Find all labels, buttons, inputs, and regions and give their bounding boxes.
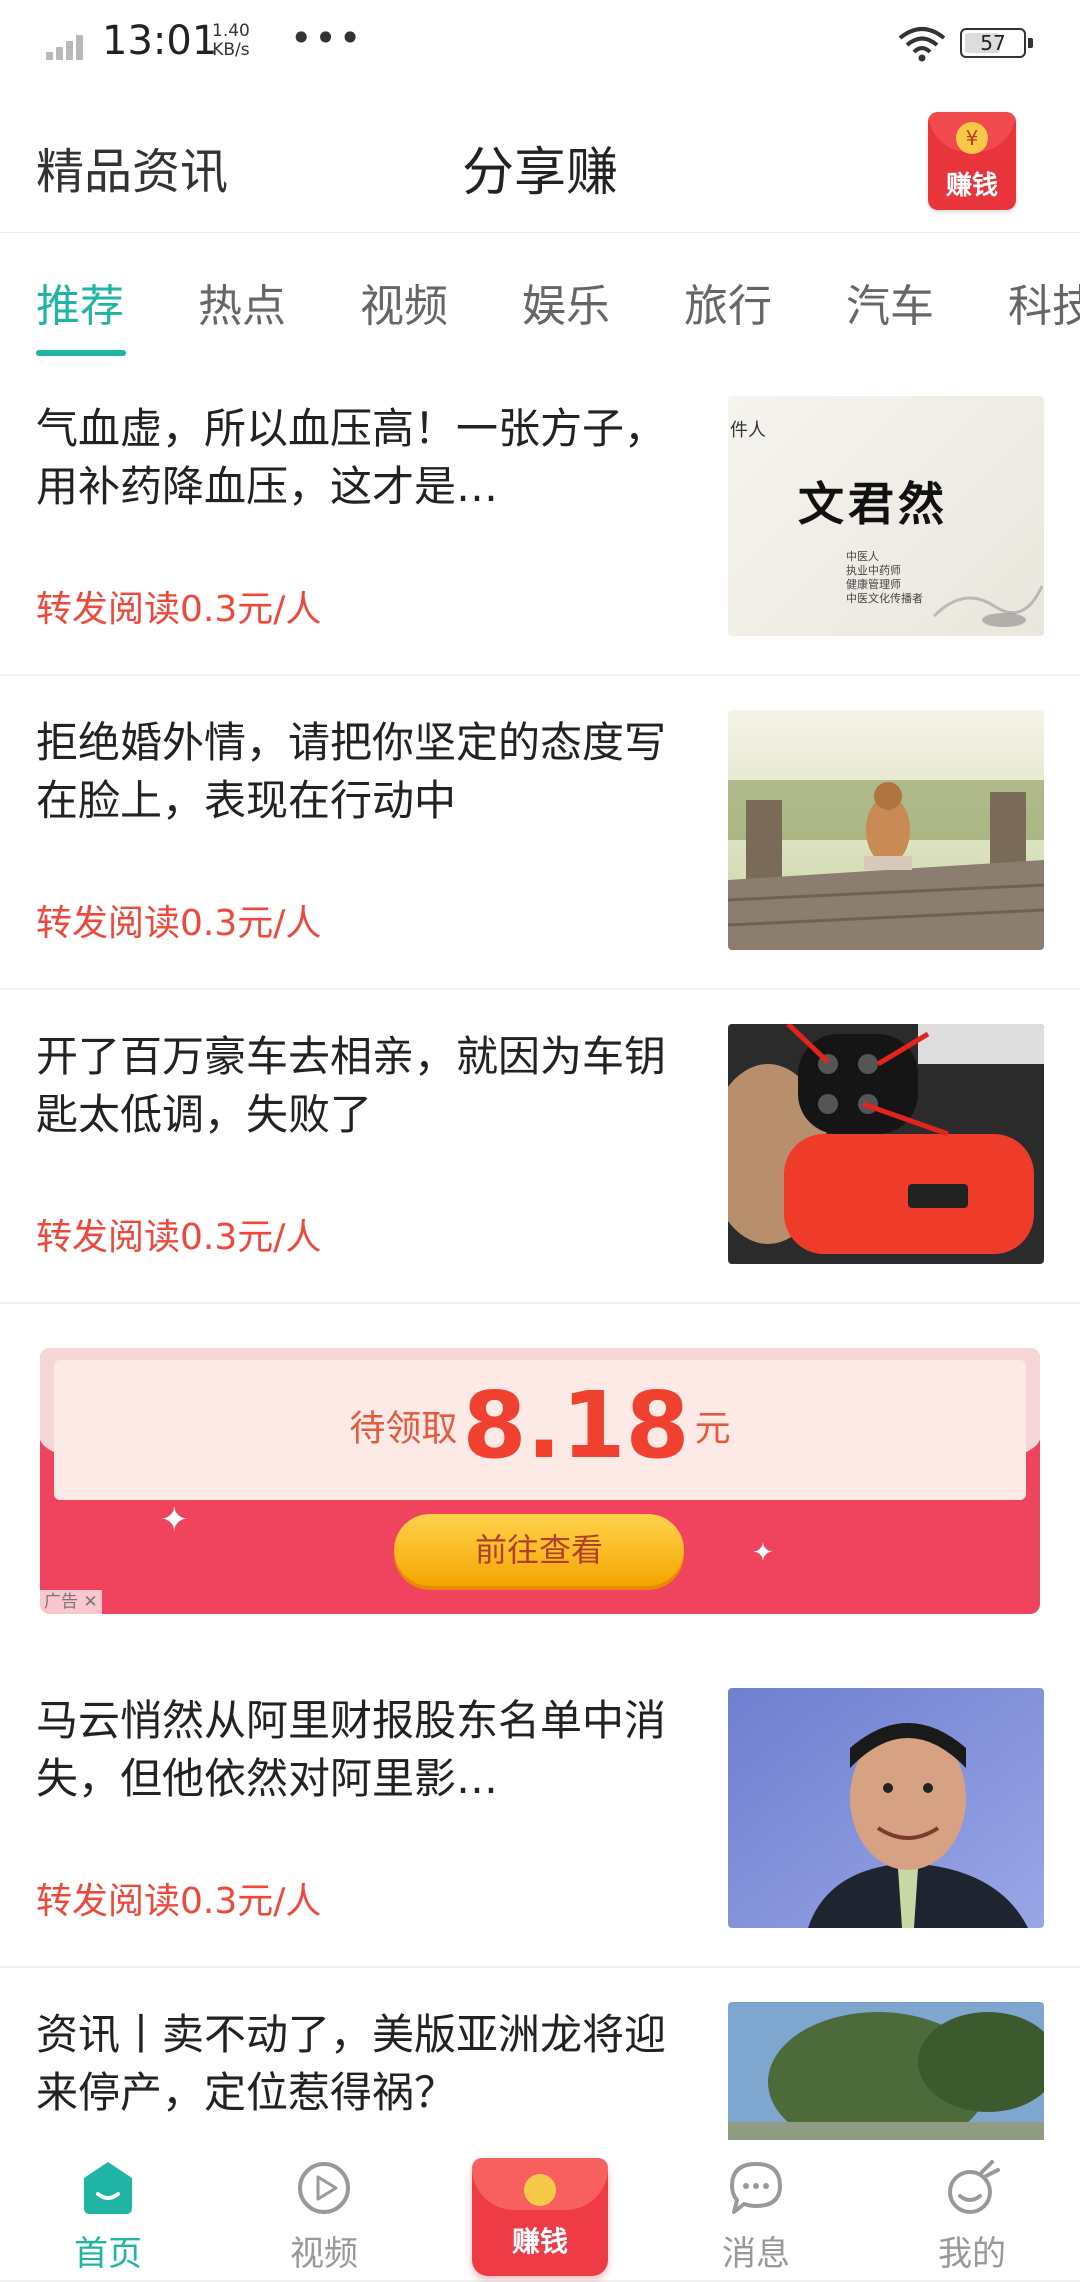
article-item[interactable]: 气血虚，所以血压高！一张方子，用补药降血压，这才是… 转发阅读0.3元/人 件人… [0, 360, 1080, 676]
nav-messages[interactable]: 消息 [686, 2158, 826, 2275]
page-title: 分享赚 [461, 143, 618, 203]
nav-earn-label: 赚钱 [511, 2225, 568, 2258]
nav-home[interactable]: 首页 [38, 2158, 178, 2275]
ad-label-close[interactable]: 广告 ✕ [40, 1590, 102, 1614]
article-item[interactable]: 开了百万豪车去相亲，就因为车钥匙太低调，失败了 转发阅读0.3元/人 [0, 988, 1080, 1304]
nav-earn-money[interactable]: 赚钱 [462, 2158, 618, 2276]
category-tabs: 推荐 热点 视频 娱乐 旅行 汽车 科技 [0, 232, 1080, 360]
tab-travel[interactable]: 旅行 [684, 270, 772, 334]
ad-pending-label: 待领取 [349, 1408, 458, 1450]
article-item[interactable]: 马云悄然从阿里财报股东名单中消失，但他依然对阿里影… 转发阅读0.3元/人 [0, 1652, 1080, 1968]
battery-icon: 57 [960, 28, 1033, 58]
article-reward: 转发阅读0.3元/人 [36, 589, 322, 630]
tab-video[interactable]: 视频 [360, 270, 448, 334]
net-speed: 1.40 KB/s [212, 21, 250, 60]
status-bar: 13:01 1.40 KB/s ••• 57 [0, 0, 1080, 90]
nav-video-label: 视频 [290, 2234, 358, 2274]
nav-video[interactable]: 视频 [254, 2158, 394, 2275]
article-title: 拒绝婚外情，请把你坚定的态度写在脸上，表现在行动中 [36, 718, 666, 825]
coin-icon: ¥ [956, 122, 988, 154]
tab-recommended[interactable]: 推荐 [36, 270, 124, 334]
nav-mine-label: 我的 [938, 2234, 1006, 2274]
article-thumbnail [728, 710, 1044, 950]
more-notifications-icon: ••• [290, 16, 364, 60]
article-thumbnail: 件人 文君然 中医人 执业中药师 健康管理师 中医文化传播者 [728, 396, 1044, 636]
view-now-button[interactable]: 前往查看 [394, 1514, 684, 1586]
article-thumbnail [728, 1688, 1044, 1928]
ink-decoration [932, 585, 1044, 627]
thumb-line: 中医文化传播者 [846, 592, 923, 605]
article-reward: 转发阅读0.3元/人 [36, 1217, 322, 1258]
article-title: 开了百万豪车去相亲，就因为车钥匙太低调，失败了 [36, 1032, 666, 1139]
thumb-line: 中医人 [846, 550, 879, 563]
nav-mine[interactable]: 我的 [902, 2158, 1042, 2275]
ad-amount: 8.18 [462, 1372, 690, 1479]
article-title: 资讯丨卖不动了，美版亚洲龙将迎来停产，定位惹得祸？ [36, 2010, 666, 2117]
article-title: 马云悄然从阿里财报股东名单中消失，但他依然对阿里影… [36, 1696, 666, 1803]
message-icon [730, 2162, 782, 2214]
red-packet-ad[interactable]: 待领取 8.18 元 ✦ ✦ 前往查看 广告 ✕ [40, 1348, 1040, 1614]
coin-icon [524, 2174, 556, 2206]
thumb-big-text: 文君然 [798, 477, 948, 531]
app-header: 精品资讯 分享赚 ¥ 赚钱 [0, 90, 1080, 233]
sparkle-icon: ✦ [752, 1538, 774, 1568]
nav-home-label: 首页 [74, 2234, 142, 2274]
article-title: 气血虚，所以血压高！一张方子，用补药降血压，这才是… [36, 404, 666, 511]
profile-icon [948, 2160, 1000, 2214]
article-thumbnail [728, 1024, 1044, 1264]
earn-money-label: 赚钱 [945, 171, 998, 201]
thumb-corner-text: 件人 [730, 420, 766, 441]
tab-auto[interactable]: 汽车 [846, 270, 934, 334]
wifi-icon [898, 27, 946, 62]
article-reward: 转发阅读0.3元/人 [36, 903, 322, 944]
home-icon [84, 2162, 132, 2214]
thumb-line: 健康管理师 [846, 578, 901, 591]
tab-tech[interactable]: 科技 [1008, 270, 1080, 334]
tab-entertainment[interactable]: 娱乐 [522, 270, 610, 334]
nav-messages-label: 消息 [722, 2234, 790, 2274]
tab-hot[interactable]: 热点 [198, 270, 286, 334]
status-time: 13:01 [102, 18, 218, 64]
sparkle-icon: ✦ [160, 1500, 189, 1540]
tab-active-indicator [36, 350, 126, 356]
ad-unit: 元 [694, 1408, 731, 1450]
ad-amount-line: 待领取 8.18 元 [40, 1372, 1040, 1479]
thumb-line: 执业中药师 [846, 564, 901, 577]
article-item[interactable]: 拒绝婚外情，请把你坚定的态度写在脸上，表现在行动中 转发阅读0.3元/人 [0, 674, 1080, 990]
signal-icon [46, 32, 92, 60]
earn-money-button[interactable]: ¥ 赚钱 [928, 112, 1016, 210]
article-reward: 转发阅读0.3元/人 [36, 1881, 322, 1922]
play-icon [298, 2162, 350, 2214]
